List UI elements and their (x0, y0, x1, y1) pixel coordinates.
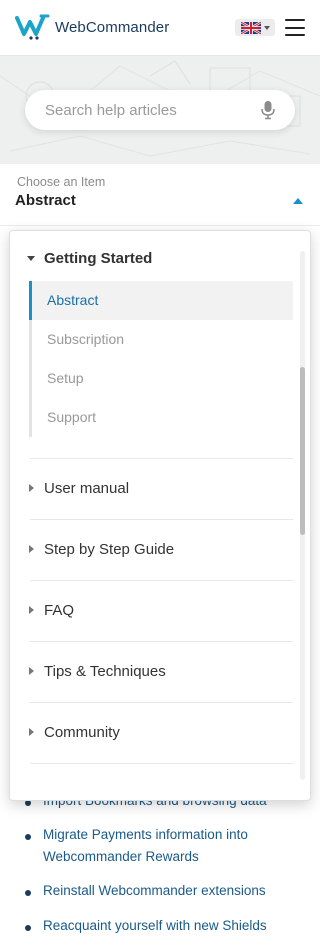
caret-up-icon[interactable] (293, 198, 303, 204)
brand-logo[interactable]: WebCommander (15, 14, 169, 40)
group-getting-started[interactable]: Getting Started (10, 247, 300, 271)
subitem-setup[interactable]: Setup (32, 359, 293, 398)
uk-flag-icon (240, 21, 261, 34)
language-selector[interactable] (235, 19, 275, 36)
article-link[interactable]: Migrate Payments information into Webcom… (43, 824, 293, 868)
header: WebCommander (0, 0, 320, 56)
category-label: Step by Step Guide (44, 541, 175, 558)
microphone-icon[interactable] (261, 100, 275, 120)
bullet-icon (25, 925, 31, 931)
caret-right-icon (29, 667, 34, 675)
caret-right-icon (29, 606, 34, 614)
divider (30, 458, 293, 459)
category-step-by-step-guide[interactable]: Step by Step Guide (10, 538, 300, 562)
hamburger-icon[interactable] (285, 19, 305, 36)
chooser-caption: Choose an Item (17, 175, 106, 189)
search-input[interactable] (45, 90, 255, 130)
search-bar (25, 90, 295, 130)
chooser-selected-value: Abstract (15, 192, 76, 209)
category-community[interactable]: Community (10, 721, 300, 745)
category-label: Community (44, 724, 120, 741)
divider (30, 580, 293, 581)
bullet-icon (25, 890, 31, 896)
caret-right-icon (29, 728, 34, 736)
divider (30, 702, 293, 703)
subitem-support[interactable]: Support (32, 398, 293, 437)
chevron-down-icon (263, 25, 270, 30)
divider (30, 519, 293, 520)
caret-right-icon (29, 545, 34, 553)
divider (30, 641, 293, 642)
category-tips-techniques[interactable]: Tips & Techniques (10, 660, 300, 684)
group-label: Getting Started (44, 250, 153, 267)
category-label: Tips & Techniques (44, 663, 166, 680)
subitem-abstract[interactable]: Abstract (29, 281, 293, 320)
category-label: FAQ (44, 602, 75, 619)
caret-down-icon (27, 256, 35, 261)
hamburger-line (285, 34, 305, 36)
subitem-list: Abstract Subscription Setup Support (29, 281, 293, 437)
caret-right-icon (29, 484, 34, 492)
divider (30, 763, 293, 764)
article-link[interactable]: Reacquaint yourself with new Shields (43, 915, 293, 937)
category-user-manual[interactable]: User manual (10, 477, 300, 501)
subitem-subscription[interactable]: Subscription (32, 320, 293, 359)
hamburger-line (285, 26, 305, 29)
bullet-icon (25, 834, 31, 840)
item-chooser[interactable]: Choose an Item Abstract (0, 164, 320, 226)
category-dropdown: Getting Started Abstract Subscription Se… (9, 230, 311, 801)
category-faq[interactable]: FAQ (10, 599, 300, 623)
brand-name: WebCommander (55, 18, 170, 36)
webcommander-logo-icon (15, 14, 50, 40)
article-link[interactable]: Reinstall Webcommander extensions (43, 880, 293, 902)
hamburger-line (285, 19, 305, 21)
category-label: User manual (44, 480, 130, 497)
hero-banner (0, 56, 320, 164)
scrollbar-thumb[interactable] (300, 367, 305, 535)
